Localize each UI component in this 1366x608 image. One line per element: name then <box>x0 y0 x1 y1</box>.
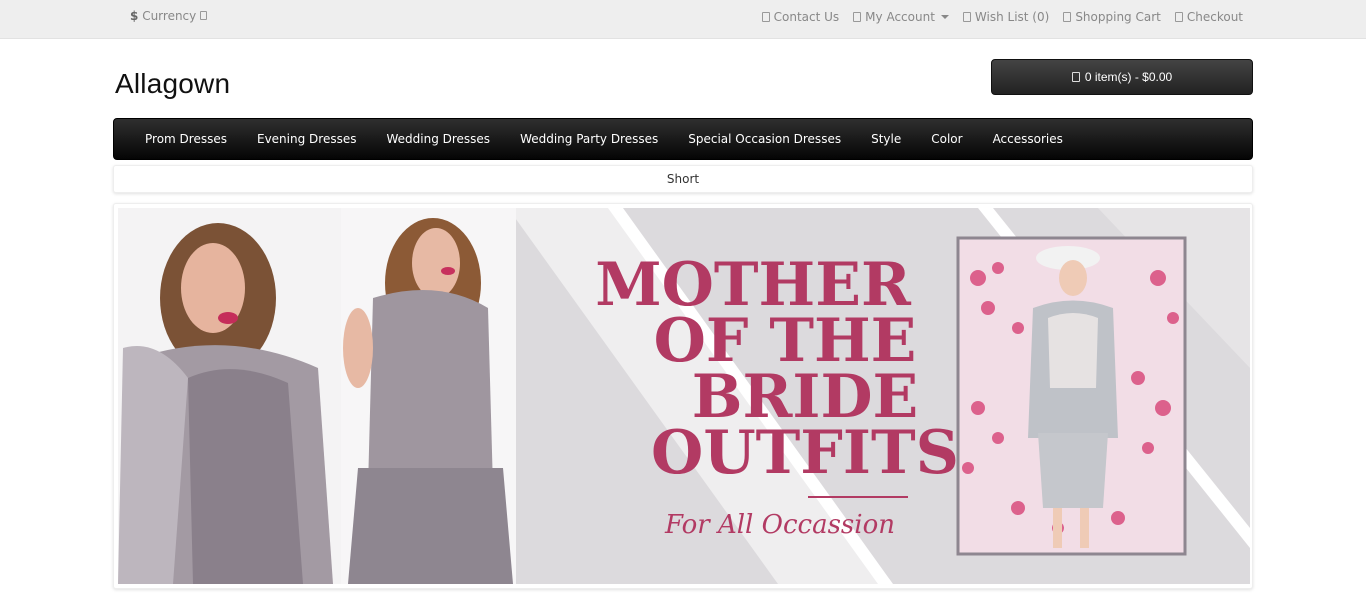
currency-label: Currency <box>142 9 197 23</box>
cart-summary: 0 item(s) - $0.00 <box>1084 70 1173 84</box>
share-icon <box>1174 12 1183 22</box>
cart-icon <box>1071 72 1080 82</box>
banner-artwork: MOTHER OF THE BRIDE OUTFITS For All Occa… <box>118 208 1250 584</box>
my-account-label: My Account <box>865 10 935 24</box>
banner-tagline: For All Occassion <box>664 510 895 540</box>
cart-icon <box>1063 12 1072 22</box>
dropdown-icon <box>200 11 208 20</box>
nav-item-prom-dresses[interactable]: Prom Dresses <box>145 132 227 146</box>
nav-item-color[interactable]: Color <box>931 132 962 146</box>
nav-item-special-occasion-dresses[interactable]: Special Occasion Dresses <box>688 132 841 146</box>
currency-symbol: $ <box>130 9 139 23</box>
wish-list-link[interactable]: Wish List (0) <box>962 10 1050 24</box>
chevron-down-icon <box>940 15 949 19</box>
banner-title-line-4: OUTFITS <box>651 418 959 488</box>
shopping-cart-link[interactable]: Shopping Cart <box>1063 10 1161 24</box>
banner-image[interactable]: MOTHER OF THE BRIDE OUTFITS For All Occa… <box>118 208 1250 584</box>
subnav-item-short[interactable]: Short <box>667 172 699 186</box>
my-account-link[interactable]: My Account <box>853 10 949 24</box>
shopping-cart-label: Shopping Cart <box>1075 10 1161 24</box>
subnav-bar: Short <box>113 165 1253 193</box>
nav-item-style[interactable]: Style <box>871 132 901 146</box>
nav-item-wedding-dresses[interactable]: Wedding Dresses <box>386 132 490 146</box>
contact-us-link[interactable]: Contact Us <box>761 10 840 24</box>
wish-list-label: Wish List (0) <box>974 10 1050 24</box>
top-bar: $ Currency Contact Us My Account Wish Li… <box>0 0 1366 39</box>
currency-dropdown[interactable]: $ Currency <box>130 9 208 23</box>
contact-us-label: Contact Us <box>773 10 840 24</box>
nav-item-accessories[interactable]: Accessories <box>993 132 1063 146</box>
nav-item-wedding-party-dresses[interactable]: Wedding Party Dresses <box>520 132 658 146</box>
nav-item-evening-dresses[interactable]: Evening Dresses <box>257 132 356 146</box>
checkout-link[interactable]: Checkout <box>1174 10 1243 24</box>
cart-button[interactable]: 0 item(s) - $0.00 <box>991 59 1253 95</box>
phone-icon <box>761 12 770 22</box>
checkout-label: Checkout <box>1186 10 1243 24</box>
main-nav: Prom Dresses Evening Dresses Wedding Dre… <box>113 118 1253 160</box>
top-links: Contact Us My Account Wish List (0) Shop… <box>761 10 1243 24</box>
banner-slideshow: MOTHER OF THE BRIDE OUTFITS For All Occa… <box>113 203 1253 589</box>
site-logo[interactable]: Allagown <box>115 68 230 100</box>
user-icon <box>853 12 862 22</box>
heart-icon <box>962 12 971 22</box>
